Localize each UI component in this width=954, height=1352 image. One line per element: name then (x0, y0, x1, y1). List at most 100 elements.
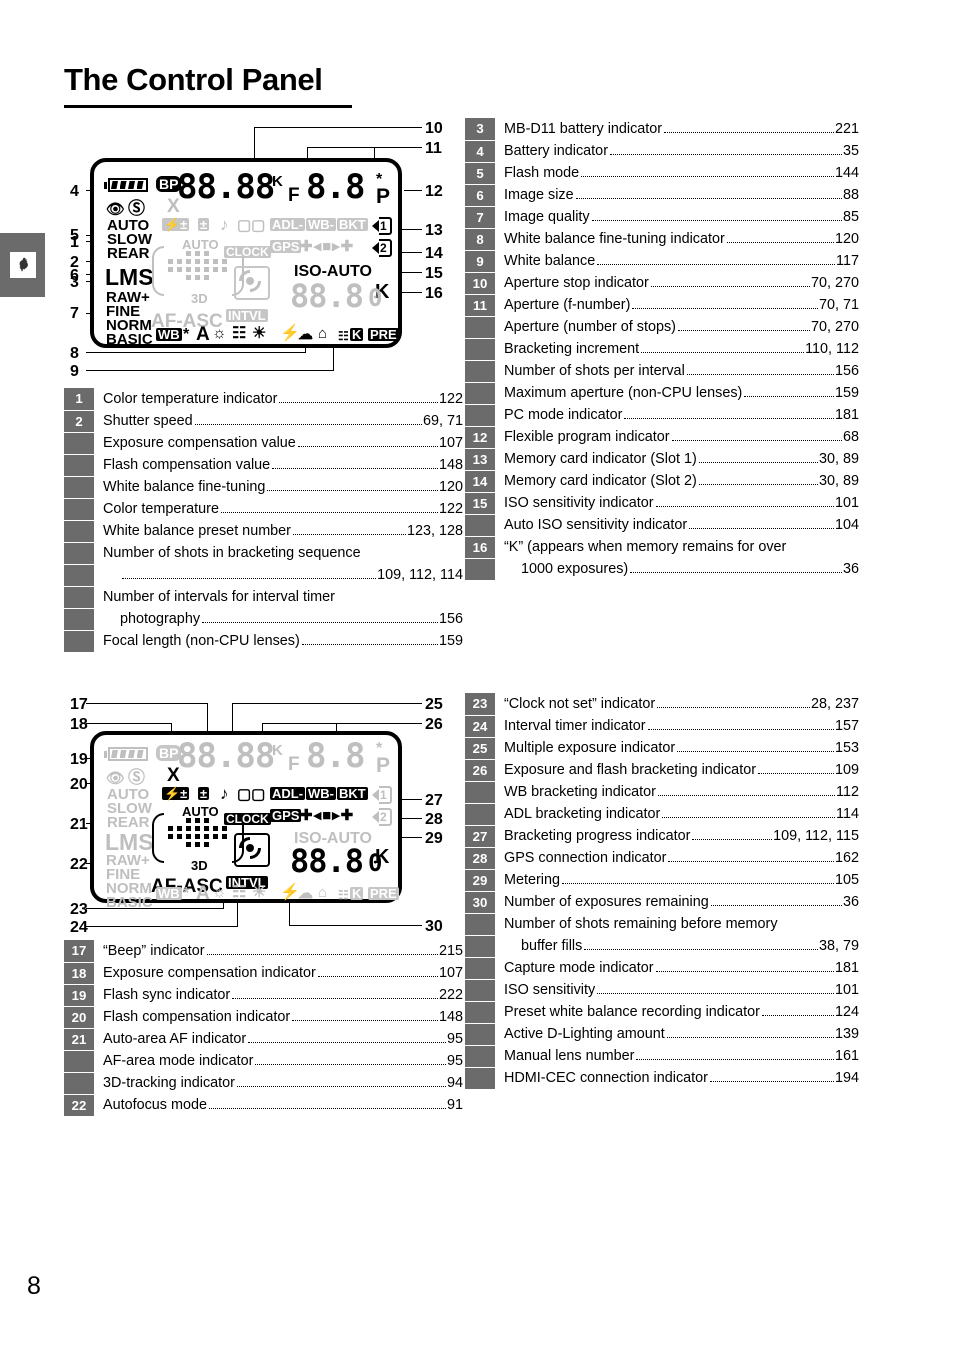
index-number: 5 (465, 162, 495, 184)
page-reference[interactable]: 94 (447, 1072, 464, 1094)
page-reference[interactable]: 221 (835, 118, 860, 140)
index-number: 21 (64, 1028, 94, 1050)
page-reference[interactable]: 91 (447, 1094, 464, 1116)
page-reference[interactable]: 123, 128 (407, 520, 464, 542)
page-reference[interactable]: 35 (843, 140, 860, 162)
page-reference[interactable]: 159 (439, 630, 464, 652)
metering-icon (234, 833, 270, 867)
dot-leader (655, 971, 834, 972)
page-reference[interactable]: 159 (835, 382, 860, 404)
page-reference[interactable]: 30, 89 (819, 470, 860, 492)
page-reference[interactable]: 215 (439, 940, 464, 962)
page-reference[interactable]: 109, 112, 114 (377, 564, 464, 586)
page-reference[interactable]: 139 (835, 1023, 860, 1045)
aperture-digits: 8.8 (306, 736, 365, 776)
index-number (465, 1067, 495, 1089)
page-reference[interactable]: 222 (439, 984, 464, 1006)
page-reference[interactable]: 28, 237 (811, 693, 860, 715)
gps-connection-indicator: GPS (270, 808, 302, 823)
bracketing-progress-indicator: ✚◂■▸✚ (300, 238, 355, 255)
page-reference[interactable]: 181 (835, 404, 860, 426)
index-number: 19 (64, 984, 94, 1006)
index-number: 14 (465, 470, 495, 492)
page-reference[interactable]: 36 (843, 891, 860, 913)
index-number (465, 338, 495, 360)
page-reference[interactable]: 38, 79 (819, 935, 860, 957)
page-reference[interactable]: 122 (439, 498, 464, 520)
index-number (465, 1045, 495, 1067)
page-reference[interactable]: 69, 71 (423, 410, 464, 432)
index-label: Image size (504, 187, 574, 203)
color-temperature-k: K (272, 742, 283, 759)
page-reference[interactable]: 104 (835, 514, 860, 536)
index-label: WB bracketing indicator (504, 784, 656, 800)
page-reference[interactable]: 105 (835, 869, 860, 891)
page-reference[interactable]: 112 (836, 781, 860, 803)
page-reference[interactable]: 156 (439, 608, 464, 630)
page-reference[interactable]: 70, 270 (811, 316, 860, 338)
index-number: 12 (465, 426, 495, 448)
shutter-speed-digits: 88.88 (177, 736, 275, 776)
index-row: 4 Battery indicator 35 (465, 140, 860, 162)
page-reference[interactable]: 194 (835, 1067, 860, 1089)
page-reference[interactable]: 85 (843, 206, 860, 228)
page-reference[interactable]: 95 (447, 1050, 464, 1072)
page-reference[interactable]: 181 (835, 957, 860, 979)
page-reference[interactable]: 95 (447, 1028, 464, 1050)
page-reference[interactable]: 88 (843, 184, 860, 206)
page-reference[interactable]: 101 (835, 492, 860, 514)
page-reference[interactable]: 110, 112 (805, 338, 860, 360)
page-reference[interactable]: 156 (835, 360, 860, 382)
index-number (64, 1072, 94, 1094)
page-reference[interactable]: 70, 71 (819, 294, 860, 316)
page-number: 8 (27, 1272, 41, 1300)
page-reference[interactable]: 161 (835, 1045, 860, 1067)
index-row: 3 MB-D11 battery indicator 221 (476, 118, 860, 140)
page-reference[interactable]: 107 (439, 432, 464, 454)
index-row: White balance preset number 123, 128 (64, 520, 464, 542)
index-label: AF-area mode indicator (103, 1053, 254, 1069)
page-reference[interactable]: 68 (843, 426, 860, 448)
page-reference[interactable]: 109 (835, 759, 860, 781)
dot-leader (609, 154, 842, 155)
incandescent-icon: ☼ (212, 325, 227, 342)
index-number: 22 (64, 1094, 94, 1116)
page-reference[interactable]: 70, 270 (811, 272, 860, 294)
page-reference[interactable]: 148 (439, 454, 464, 476)
index-number (64, 630, 94, 652)
dot-leader (668, 861, 834, 862)
page-reference[interactable]: 144 (835, 162, 860, 184)
index-label: ADL bracketing indicator (504, 806, 661, 822)
index-label: Exposure and flash bracketing indicator (504, 762, 756, 778)
callout-27: 27 (425, 792, 443, 809)
page-reference[interactable]: 124 (835, 1001, 860, 1023)
page-reference[interactable]: 107 (439, 962, 464, 984)
index-label: 1000 exposures) (521, 561, 629, 577)
index-label: 3D-tracking indicator (103, 1075, 235, 1091)
index-label: Bracketing progress indicator (504, 828, 691, 844)
page-reference[interactable]: 101 (835, 979, 860, 1001)
index-row: buffer fills 38, 79 (465, 935, 860, 957)
page-reference[interactable]: 117 (836, 250, 860, 272)
dot-leader (232, 998, 438, 999)
page-reference[interactable]: 30, 89 (819, 448, 860, 470)
index-label: Flash compensation value (103, 457, 271, 473)
dot-leader (671, 440, 842, 441)
dot-leader (575, 198, 842, 199)
page-reference[interactable]: 120 (439, 476, 464, 498)
index-label: Number of exposures remaining (504, 894, 709, 910)
page-reference[interactable]: 122 (439, 388, 464, 410)
page-reference[interactable]: 109, 112, 115 (773, 825, 860, 847)
page-reference[interactable]: 162 (835, 847, 860, 869)
control-panel-diagram-bottom: 17 18 19 20 21 22 23 24 25 26 27 28 29 3… (64, 693, 464, 936)
index-row: 12 Flexible program indicator 68 (465, 426, 860, 448)
page-reference[interactable]: 153 (835, 737, 860, 759)
index-number (465, 514, 495, 536)
page-reference[interactable]: 148 (439, 1006, 464, 1028)
page-reference[interactable]: 120 (835, 228, 860, 250)
page-reference[interactable]: 114 (836, 803, 860, 825)
page-reference[interactable]: 36 (843, 558, 860, 580)
index-label: Flash sync indicator (103, 987, 231, 1003)
index-row: 16 “K” (appears when memory remains for o… (465, 536, 860, 558)
page-reference[interactable]: 157 (835, 715, 860, 737)
